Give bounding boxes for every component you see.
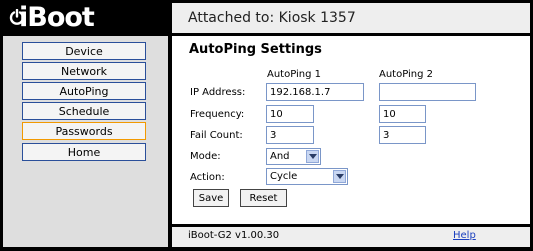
logo-text: iBoot [19,2,95,33]
mode-label: Mode: [190,151,221,162]
autoping1-ip-input[interactable] [266,83,364,101]
column-header-autoping2: AutoPing 2 [379,69,434,80]
mode-select-value: And [270,151,290,162]
autoping1-fail-count-input[interactable] [266,126,314,144]
app-frame: iBoot Attached to: Kiosk 1357 Device Net… [0,0,533,251]
chevron-down-icon [306,150,319,163]
chevron-down-icon [333,170,346,183]
footer-bar: iBoot-G2 v1.00.30 Help [172,227,530,247]
autoping2-ip-input[interactable] [379,83,476,101]
header-bar: Attached to: Kiosk 1357 [172,3,530,33]
action-select-value: Cycle [270,171,298,182]
firmware-version: iBoot-G2 v1.00.30 [188,230,280,241]
main-panel: AutoPing Settings AutoPing 1 AutoPing 2 … [172,36,530,224]
ip-address-label: IP Address: [190,87,246,98]
frequency-label: Frequency: [190,109,245,120]
nav-passwords-button[interactable]: Passwords [22,122,146,140]
help-link[interactable]: Help [453,230,476,241]
reset-button[interactable]: Reset [240,189,287,207]
mode-select[interactable]: And [266,148,321,165]
action-label: Action: [190,172,225,183]
column-header-autoping1: AutoPing 1 [267,69,322,80]
attached-device-label: Attached to: Kiosk 1357 [188,10,356,26]
sidebar: Device Network AutoPing Schedule Passwor… [3,36,168,247]
save-button[interactable]: Save [193,189,229,207]
page-title: AutoPing Settings [189,42,322,57]
autoping1-frequency-input[interactable] [266,105,314,123]
nav-autoping-button[interactable]: AutoPing [22,82,146,100]
nav-home-button[interactable]: Home [22,143,146,161]
nav-device-button[interactable]: Device [22,42,146,60]
nav-schedule-button[interactable]: Schedule [22,102,146,120]
autoping2-frequency-input[interactable] [379,105,426,123]
action-select[interactable]: Cycle [266,168,348,185]
nav-network-button[interactable]: Network [22,62,146,80]
logo: iBoot [3,3,168,33]
fail-count-label: Fail Count: [190,130,243,141]
autoping2-fail-count-input[interactable] [379,126,426,144]
